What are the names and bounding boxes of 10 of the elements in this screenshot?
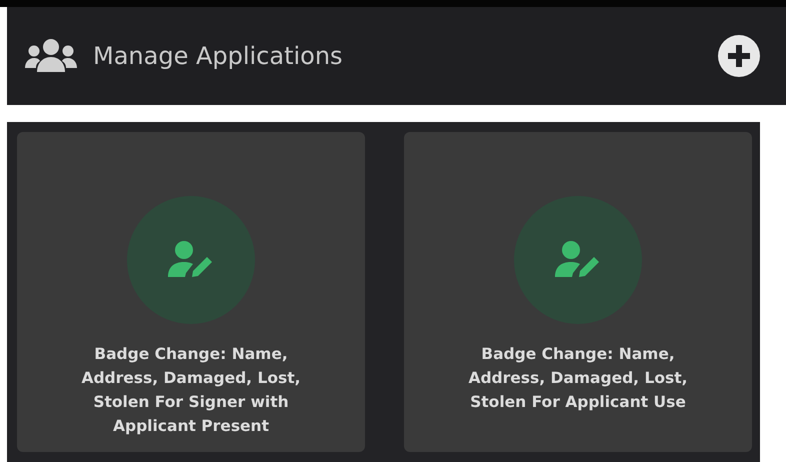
card-title: Badge Change: Name, Address, Damaged, Lost, Stolen For Applicant Use (467, 344, 689, 413)
plus-icon (728, 45, 750, 67)
users-icon (25, 38, 77, 74)
application-card[interactable]: Badge Change: Name, Address, Damaged, Lost, Stolen For Applicant Use (404, 132, 752, 452)
page-title: Manage Applications (93, 42, 344, 70)
user-edit-icon (555, 241, 601, 279)
card-title: Badge Change: Name, Address, Damaged, Lost, Stolen For Signer with Applicant Present (80, 344, 302, 437)
user-edit-icon (168, 241, 214, 279)
application-card[interactable]: Badge Change: Name, Address, Damaged, Lost, Stolen For Signer with Applicant Present (17, 132, 365, 452)
add-button[interactable] (718, 35, 760, 77)
